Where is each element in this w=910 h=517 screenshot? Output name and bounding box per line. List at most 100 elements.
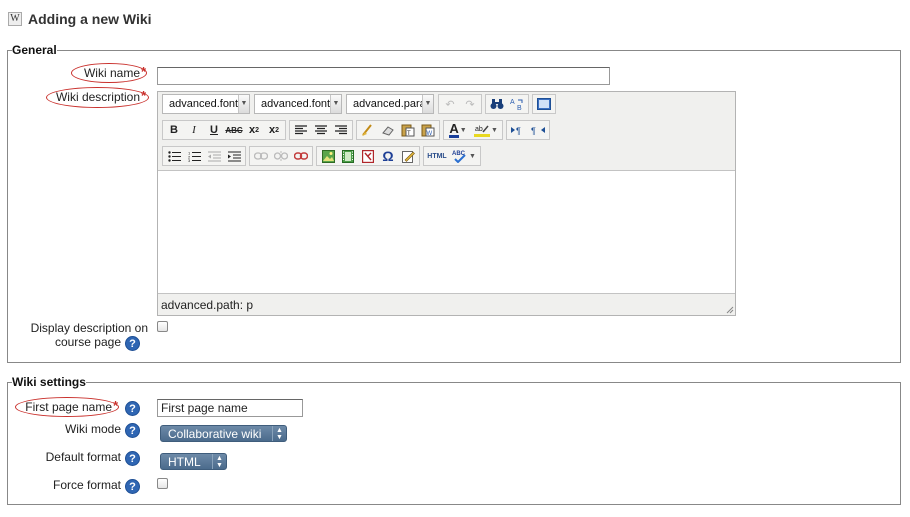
paste-text-icon: T — [401, 124, 415, 137]
wiki-settings-fieldset: Wiki settings — [7, 375, 901, 505]
outdent-button[interactable] — [204, 147, 224, 165]
editor-path: advanced.path: p — [161, 298, 254, 312]
unlink-icon — [274, 151, 288, 161]
wiki-mode-label: Wiki mode — [64, 422, 121, 436]
svg-text:W: W — [427, 131, 433, 137]
align-left-button[interactable] — [291, 121, 311, 139]
chevron-down-icon: ▼ — [469, 152, 476, 160]
code-group: HTML ABC ▼ — [423, 146, 481, 166]
indent-button[interactable] — [224, 147, 244, 165]
display-description-label-line2: course page — [54, 335, 121, 349]
paste-word-button[interactable]: W — [418, 121, 438, 139]
redo-button[interactable]: ↷ — [460, 95, 480, 113]
wiki-name-label: Wiki name — [83, 66, 140, 80]
image-icon — [321, 149, 335, 163]
background-color-button[interactable]: ab ▼ — [471, 121, 501, 139]
general-legend: General — [12, 43, 57, 57]
edit-note-icon — [401, 150, 415, 163]
chevron-down-icon: ▼ — [330, 95, 341, 113]
text-color-button[interactable]: A ▼ — [445, 121, 471, 139]
align-center-button[interactable] — [311, 121, 331, 139]
wiki-settings-legend: Wiki settings — [12, 375, 86, 389]
cleanup-button[interactable] — [358, 121, 378, 139]
edit-html-button[interactable] — [398, 147, 418, 165]
insert-link-button[interactable] — [251, 147, 271, 165]
display-description-label-line1: Display description on — [30, 321, 148, 335]
svg-text:ab: ab — [475, 126, 483, 133]
bullet-list-button[interactable] — [164, 147, 184, 165]
numbered-list-icon: 123 — [188, 151, 201, 162]
spellcheck-button[interactable]: ABC ▼ — [449, 147, 479, 165]
wiki-mode-select[interactable]: Collaborative wiki ▲ ▼ — [160, 425, 287, 442]
align-right-icon — [335, 125, 347, 135]
alignment-group — [289, 120, 353, 140]
paragraph-format-select[interactable]: advanced.para ▼ — [346, 94, 434, 114]
align-center-icon — [315, 125, 327, 135]
red-link-icon — [294, 152, 308, 160]
svg-text:3: 3 — [188, 158, 191, 162]
clipboard-group: T W — [356, 120, 440, 140]
svg-text:T: T — [407, 131, 411, 137]
film-icon — [342, 149, 354, 163]
help-icon[interactable]: ? — [125, 451, 140, 466]
unlink-button[interactable] — [271, 147, 291, 165]
force-format-checkbox[interactable] — [157, 478, 168, 489]
html-source-button[interactable]: HTML — [425, 147, 449, 165]
display-description-checkbox[interactable] — [157, 321, 168, 332]
ltr-button[interactable]: ¶ — [508, 121, 528, 139]
undo-button[interactable]: ↶ — [440, 95, 460, 113]
rtl-button[interactable]: ¶ — [528, 121, 548, 139]
wiki-description-label: Wiki description — [55, 90, 140, 104]
fullscreen-button[interactable] — [534, 95, 554, 113]
default-format-select-value: HTML — [168, 455, 201, 469]
svg-text:¶: ¶ — [531, 126, 536, 135]
toolbar-row-2: B I U ABC x2 x2 T W A ▼ ab ▼ ¶ ¶ — [162, 119, 553, 141]
chevron-down-icon: ▼ — [238, 95, 249, 113]
anchor-link-button[interactable] — [291, 147, 311, 165]
help-icon[interactable]: ? — [125, 423, 140, 438]
strikethrough-button[interactable]: ABC — [224, 121, 244, 139]
editor-content-area[interactable] — [158, 170, 735, 294]
superscript-button[interactable]: x2 — [264, 121, 284, 139]
paste-text-button[interactable]: T — [398, 121, 418, 139]
font-size-select[interactable]: advanced.font ▼ — [254, 94, 342, 114]
bold-button[interactable]: B — [164, 121, 184, 139]
help-icon[interactable]: ? — [125, 336, 140, 351]
help-icon[interactable]: ? — [125, 479, 140, 494]
wiki-name-input[interactable] — [157, 67, 610, 85]
ltr-icon: ¶ — [511, 126, 521, 135]
broom-icon — [362, 124, 372, 136]
svg-text:¶: ¶ — [516, 126, 521, 135]
svg-text:A: A — [510, 99, 515, 106]
default-format-label: Default format — [45, 450, 121, 464]
wiki-icon: W — [8, 12, 22, 26]
remove-format-button[interactable] — [378, 121, 398, 139]
replace-button[interactable]: AB — [507, 95, 527, 113]
find-replace-icon: AB — [510, 99, 523, 111]
default-format-select[interactable]: HTML ▲ ▼ — [160, 453, 227, 470]
insert-media-button[interactable] — [338, 147, 358, 165]
indent-icon — [227, 151, 241, 161]
italic-button[interactable]: I — [184, 121, 204, 139]
binoculars-icon — [490, 99, 504, 109]
insert-table-button[interactable] — [358, 147, 378, 165]
subscript-button[interactable]: x2 — [244, 121, 264, 139]
align-left-icon — [295, 125, 307, 135]
resize-grip-icon[interactable] — [724, 304, 734, 314]
help-icon[interactable]: ? — [125, 401, 140, 416]
special-char-button[interactable]: Ω — [378, 147, 398, 165]
find-button[interactable] — [487, 95, 507, 113]
first-page-name-input[interactable] — [157, 399, 303, 417]
direction-group: ¶ ¶ — [506, 120, 550, 140]
view-group — [532, 94, 556, 114]
list-group: 123 — [162, 146, 246, 166]
align-right-button[interactable] — [331, 121, 351, 139]
numbered-list-button[interactable]: 123 — [184, 147, 204, 165]
underline-button[interactable]: U — [204, 121, 224, 139]
chevron-down-icon: ▼ — [491, 126, 498, 134]
insert-image-button[interactable] — [318, 147, 338, 165]
font-family-select[interactable]: advanced.font ▼ — [162, 94, 250, 114]
chevron-down-icon: ▼ — [422, 95, 433, 113]
red-document-icon — [362, 149, 374, 163]
page-title: Adding a new Wiki — [28, 11, 152, 27]
